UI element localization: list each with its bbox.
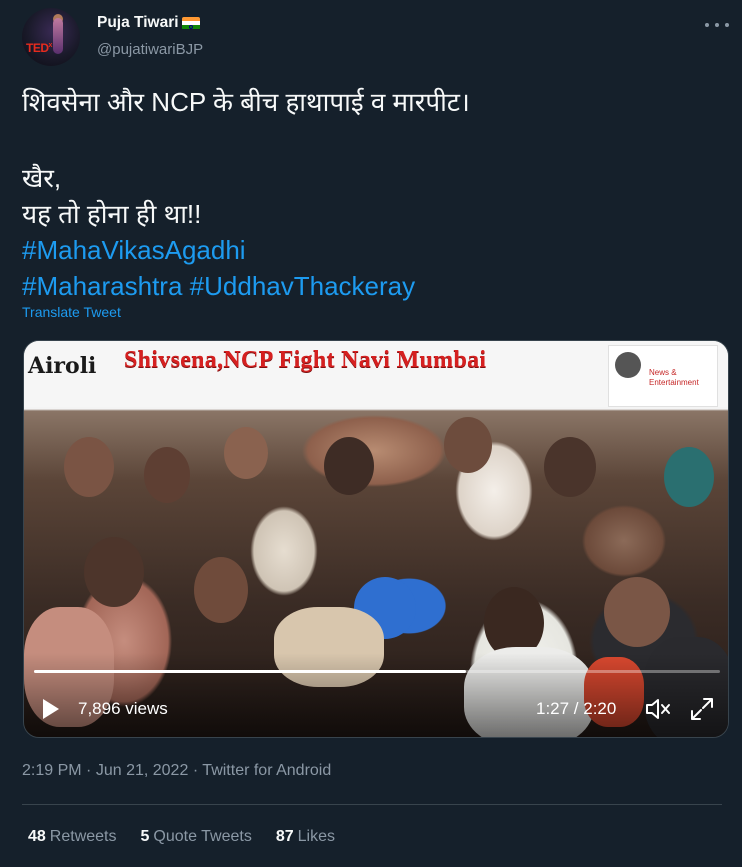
crowd-person <box>444 417 492 473</box>
fullscreen-icon[interactable] <box>689 696 715 722</box>
meta-separator: · <box>86 762 92 779</box>
quote-tweets-stat[interactable]: 5 Quote Tweets <box>141 828 252 846</box>
tweet-line: खैर, <box>22 163 62 193</box>
crowd-person <box>604 577 670 647</box>
likes-count: 87 <box>275 828 294 845</box>
video-controls-overlay <box>24 653 728 737</box>
tweet-line: यह तो होना ही था!! <box>22 199 202 229</box>
crowd-person <box>84 537 144 607</box>
crowd-person <box>64 437 114 497</box>
crowd-person <box>544 437 596 497</box>
hashtag-link[interactable]: #MahaVikasAgadhi <box>22 235 246 265</box>
video-progress-bar[interactable] <box>34 670 720 673</box>
volume-muted-icon[interactable] <box>644 696 672 722</box>
avatar-ted-logo: TEDx <box>26 41 52 55</box>
video-view-count: 7,896 views <box>78 699 168 718</box>
hashtag-link[interactable]: #UddhavThackeray <box>190 271 415 301</box>
video-time: 1:27 / 2:20 <box>536 699 617 718</box>
likes-label: Likes <box>297 828 335 845</box>
tweet-metadata: 2:19 PM · Jun 21, 2022 · Twitter for And… <box>22 762 331 780</box>
translate-tweet-link[interactable]: Translate Tweet <box>22 304 121 320</box>
quote-tweets-label: Quote Tweets <box>153 828 252 845</box>
video-player[interactable]: Airoli Shivsena,NCP Fight Navi Mumbai Ne… <box>23 340 729 738</box>
video-title-text: Shivsena,NCP Fight Navi Mumbai <box>124 347 487 373</box>
tweet-source[interactable]: Twitter for Android <box>202 762 331 779</box>
tweet-line: शिवसेना और NCP के बीच हाथापाई व मारपीट। <box>22 87 470 117</box>
hashtag-link[interactable]: #Maharashtra <box>22 271 182 301</box>
tweet-time[interactable]: 2:19 PM <box>22 762 82 779</box>
crowd-person <box>664 447 714 507</box>
tweet-stats: 48 Retweets 5 Quote Tweets 87 Likes <box>28 828 335 846</box>
tweet-detail: TEDx Puja Tiwari @pujatiwariBJP शिवसेना … <box>0 0 742 867</box>
crowd-person <box>324 437 374 495</box>
tweet-text: शिवसेना और NCP के बीच हाथापाई व मारपीट। … <box>22 84 722 304</box>
author-name[interactable]: Puja Tiwari <box>97 14 200 32</box>
india-flag-icon <box>181 16 200 30</box>
crowd-person <box>194 557 248 623</box>
retweets-label: Retweets <box>49 828 117 845</box>
video-location-text: Airoli <box>28 353 97 379</box>
retweets-count: 48 <box>28 828 46 845</box>
tweet-date[interactable]: Jun 21, 2022 <box>96 762 189 779</box>
meta-separator: · <box>192 762 199 779</box>
crowd-person <box>144 447 190 503</box>
author-handle[interactable]: @pujatiwariBJP <box>97 41 203 58</box>
video-channel-logo: News & Entertainment <box>608 345 718 407</box>
avatar-figure <box>53 18 63 54</box>
play-icon[interactable] <box>43 699 59 719</box>
author-name-text[interactable]: Puja Tiwari <box>97 14 179 32</box>
likes-stat[interactable]: 87 Likes <box>276 828 335 846</box>
divider <box>22 804 722 805</box>
video-logo-text: News & Entertainment <box>649 368 699 387</box>
crowd-person <box>224 427 268 479</box>
microphone-icon <box>615 352 641 378</box>
avatar[interactable]: TEDx <box>22 8 80 66</box>
quote-tweets-count: 5 <box>140 828 150 845</box>
video-progress-fill <box>34 670 467 673</box>
more-options-icon[interactable] <box>705 16 729 34</box>
retweets-stat[interactable]: 48 Retweets <box>28 828 117 846</box>
